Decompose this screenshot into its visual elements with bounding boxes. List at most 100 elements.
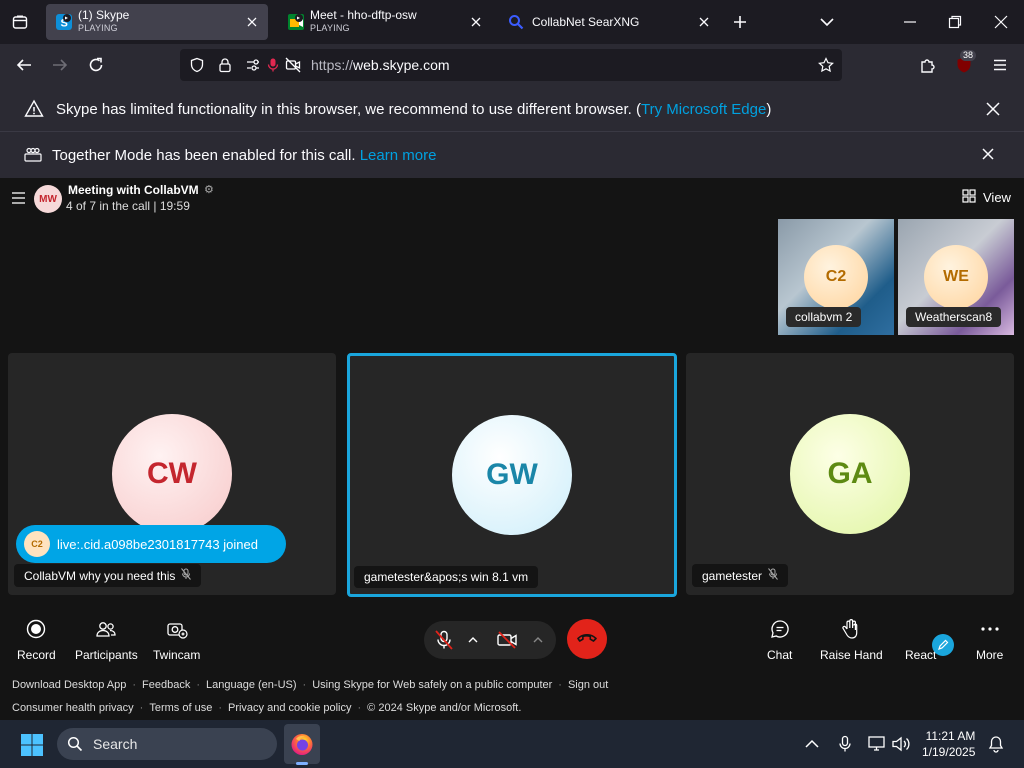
participant-name: gametester&apos;s win 8.1 vm: [364, 570, 529, 584]
bookmark-star-icon[interactable]: [818, 57, 834, 73]
chevron-down-icon[interactable]: [817, 12, 837, 32]
chevron-up-icon[interactable]: [467, 633, 479, 651]
meeting-title[interactable]: Meeting with CollabVM: [68, 183, 199, 197]
tab-skype[interactable]: S (1) Skype PLAYING: [46, 4, 268, 40]
participant-joined-toast[interactable]: C2 live:.cid.a098be2301817743 joined: [16, 525, 286, 563]
terms-link[interactable]: Terms of use: [149, 702, 212, 714]
hand-icon: [840, 618, 862, 640]
tab-playing-label: PLAYING: [78, 23, 118, 33]
url-text: https://web.skype.com: [311, 57, 450, 73]
toast-avatar: C2: [24, 531, 50, 557]
forward-arrow-icon[interactable]: [48, 53, 72, 77]
participant-tile-active-speaker[interactable]: GW gametester&apos;s win 8.1 vm: [347, 353, 677, 597]
volume-icon[interactable]: [891, 735, 911, 758]
participants-label: Participants: [75, 648, 138, 662]
sign-out-link[interactable]: Sign out: [568, 679, 608, 691]
twincam-icon: [166, 618, 188, 640]
close-tab-icon[interactable]: [244, 14, 260, 30]
participant-thumbnail[interactable]: WE Weatherscan8: [898, 219, 1014, 335]
skype-favicon-icon: S: [56, 14, 72, 30]
end-call-button[interactable]: [567, 619, 607, 659]
close-tab-icon[interactable]: [468, 14, 484, 30]
chevron-up-icon[interactable]: [804, 737, 820, 756]
react-button[interactable]: React: [905, 618, 936, 662]
toast-text: live:.cid.a098be2301817743 joined: [57, 536, 258, 552]
tab-searxng[interactable]: CollabNet SearXNG: [498, 4, 720, 40]
more-dots-icon: [979, 618, 1001, 640]
hamburger-menu-icon[interactable]: [988, 53, 1012, 77]
shield-icon[interactable]: [189, 57, 205, 73]
system-clock[interactable]: 11:21 AM 1/19/2025: [922, 728, 975, 760]
feedback-link[interactable]: Feedback: [142, 679, 190, 691]
microphone-muted-icon[interactable]: [433, 629, 455, 656]
sidebar-menu-icon[interactable]: [11, 191, 27, 205]
navigation-bar: https://web.skype.com 38: [0, 44, 1024, 86]
grid-icon: [962, 189, 976, 206]
footer-links-row-2: Consumer health privacy · Terms of use · Pri…: [12, 702, 522, 714]
twincam-button[interactable]: Twincam: [153, 618, 200, 662]
privacy-link[interactable]: Privacy and cookie policy: [228, 702, 352, 714]
try-edge-link[interactable]: Try Microsoft Edge: [641, 101, 766, 118]
language-link[interactable]: Language (en-US): [206, 679, 297, 691]
tab-title: (1) Skype: [78, 8, 130, 22]
pencil-icon[interactable]: [932, 634, 954, 656]
meeting-avatar[interactable]: MW: [34, 185, 62, 213]
camera-blocked-icon[interactable]: [285, 57, 301, 73]
av-controls-group: [424, 621, 556, 659]
participant-avatar: CW: [112, 414, 232, 534]
raise-hand-button[interactable]: Raise Hand: [820, 618, 883, 662]
chat-icon: [769, 618, 791, 640]
participants-button[interactable]: Participants: [75, 618, 138, 662]
camera-off-icon[interactable]: [496, 629, 518, 656]
edge-recommendation-banner: Skype has limited functionality in this …: [0, 86, 1024, 132]
copyright-text: © 2024 Skype and/or Microsoft.: [367, 702, 522, 714]
meet-favicon-icon: [288, 14, 304, 30]
close-icon[interactable]: [984, 100, 1002, 118]
raise-hand-label: Raise Hand: [820, 648, 883, 662]
notification-bell-icon[interactable]: [988, 735, 1004, 758]
extensions-puzzle-icon[interactable]: [916, 53, 940, 77]
learn-more-link[interactable]: Learn more: [360, 147, 437, 164]
new-tab-icon[interactable]: [730, 12, 750, 32]
url-protocol: https://: [311, 57, 354, 73]
firefox-icon: [290, 732, 314, 761]
view-button[interactable]: View: [962, 189, 1011, 206]
network-icon[interactable]: [867, 735, 887, 758]
lock-icon[interactable]: [217, 57, 233, 73]
close-icon[interactable]: [980, 146, 998, 164]
restore-icon[interactable]: [943, 10, 967, 34]
running-indicator: [296, 762, 308, 765]
participant-tile[interactable]: GA gametester: [686, 353, 1014, 595]
close-window-icon[interactable]: [989, 10, 1013, 34]
participant-thumbnail[interactable]: C2 collabvm 2: [778, 219, 894, 335]
together-mode-message: Together Mode has been enabled for this …: [52, 147, 436, 164]
download-desktop-link[interactable]: Download Desktop App: [12, 679, 126, 691]
edge-banner-message: Skype has limited functionality in this …: [56, 101, 771, 118]
search-icon: [67, 736, 83, 752]
warning-icon: [24, 99, 44, 119]
chevron-up-icon[interactable]: [532, 633, 544, 651]
tab-meet[interactable]: Meet - hho-dftp-osw PLAYING: [278, 4, 492, 40]
microphone-muted-icon[interactable]: [265, 57, 281, 73]
microphone-in-use-icon[interactable]: [837, 735, 853, 758]
participant-name: CollabVM why you need this: [24, 568, 176, 583]
chat-button[interactable]: Chat: [767, 618, 792, 662]
back-arrow-icon[interactable]: [12, 53, 36, 77]
list-all-tabs-icon[interactable]: [0, 0, 40, 44]
consumer-health-link[interactable]: Consumer health privacy: [12, 702, 134, 714]
extension-badge-count: 38: [960, 50, 977, 61]
participant-name: Weatherscan8: [906, 307, 1002, 327]
taskbar-search-box[interactable]: Search: [57, 728, 277, 760]
more-button[interactable]: More: [976, 618, 1003, 662]
public-computer-link[interactable]: Using Skype for Web safely on a public c…: [312, 679, 552, 691]
permissions-icon[interactable]: [245, 57, 261, 73]
close-tab-icon[interactable]: [696, 14, 712, 30]
settings-gear-icon[interactable]: ⚙: [204, 183, 214, 196]
firefox-taskbar-button[interactable]: [284, 724, 320, 764]
minimize-icon[interactable]: [898, 10, 922, 34]
search-favicon-icon: [508, 14, 524, 30]
reload-icon[interactable]: [84, 53, 108, 77]
url-bar[interactable]: https://web.skype.com: [180, 49, 842, 81]
record-button[interactable]: Record: [17, 618, 56, 662]
windows-start-icon[interactable]: [20, 733, 44, 762]
